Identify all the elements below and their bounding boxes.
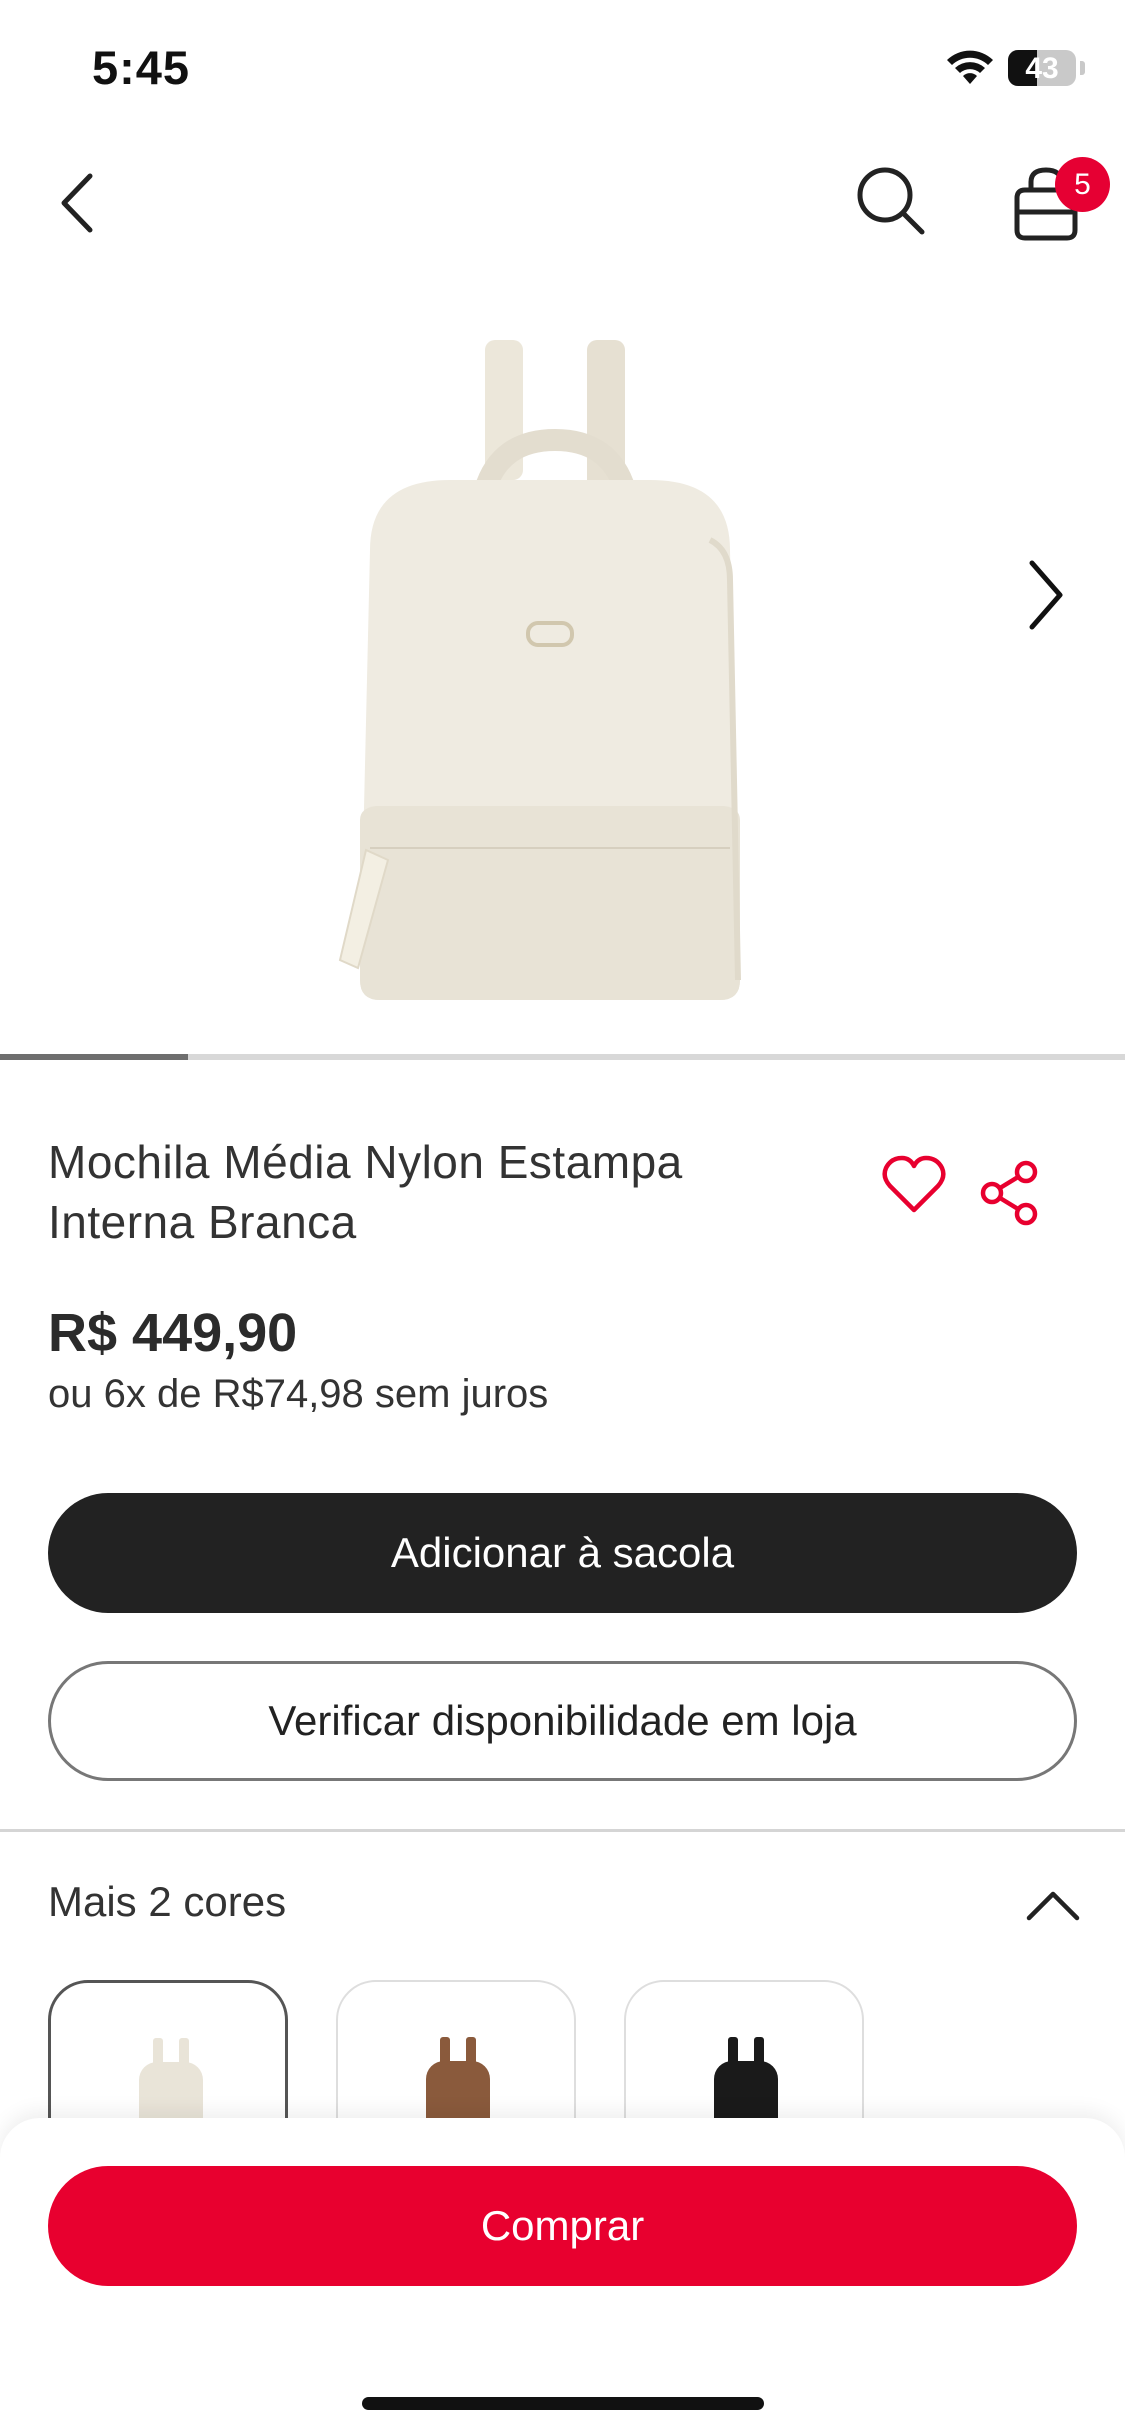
gallery-progress-bar (0, 1054, 1125, 1060)
battery-level: 43 (1025, 52, 1059, 85)
battery-icon: 43 (1008, 50, 1076, 86)
status-time: 5:45 (92, 41, 191, 94)
product-image (338, 340, 741, 1000)
buy-button[interactable]: Comprar (48, 2166, 1077, 2286)
status-bar: 5:45 43 (0, 0, 1125, 130)
wifi-icon (947, 50, 993, 84)
nav-bar (0, 130, 1125, 270)
home-indicator (362, 2397, 764, 2410)
product-gallery[interactable] (0, 300, 1125, 1060)
chevron-left-icon[interactable] (50, 168, 110, 238)
colors-title: Mais 2 cores (48, 1878, 287, 1925)
chevron-right-icon[interactable] (1020, 555, 1070, 635)
installments-text: ou 6x de R$74,98 sem juros (48, 1372, 549, 1416)
chevron-up-icon[interactable] (1025, 1888, 1081, 1924)
product-price: R$ 449,90 (48, 1303, 298, 1363)
section-divider (0, 1829, 1125, 1832)
gallery-progress-fill (0, 1054, 188, 1060)
buy-bottom-sheet: Comprar (0, 2118, 1125, 2436)
product-title: Mochila Média Nylon Estampa Interna Bran… (48, 1136, 683, 1248)
heart-icon[interactable] (880, 1152, 948, 1220)
add-to-bag-button[interactable]: Adicionar à sacola (48, 1493, 1077, 1613)
battery-tip (1080, 61, 1085, 75)
colors-accordion-header[interactable]: Mais 2 cores (0, 1866, 1125, 1946)
search-icon[interactable] (850, 160, 930, 240)
check-store-availability-button[interactable]: Verificar disponibilidade em loja (48, 1661, 1077, 1781)
share-icon[interactable] (978, 1160, 1044, 1226)
cart-count-badge: 5 (1055, 157, 1110, 212)
